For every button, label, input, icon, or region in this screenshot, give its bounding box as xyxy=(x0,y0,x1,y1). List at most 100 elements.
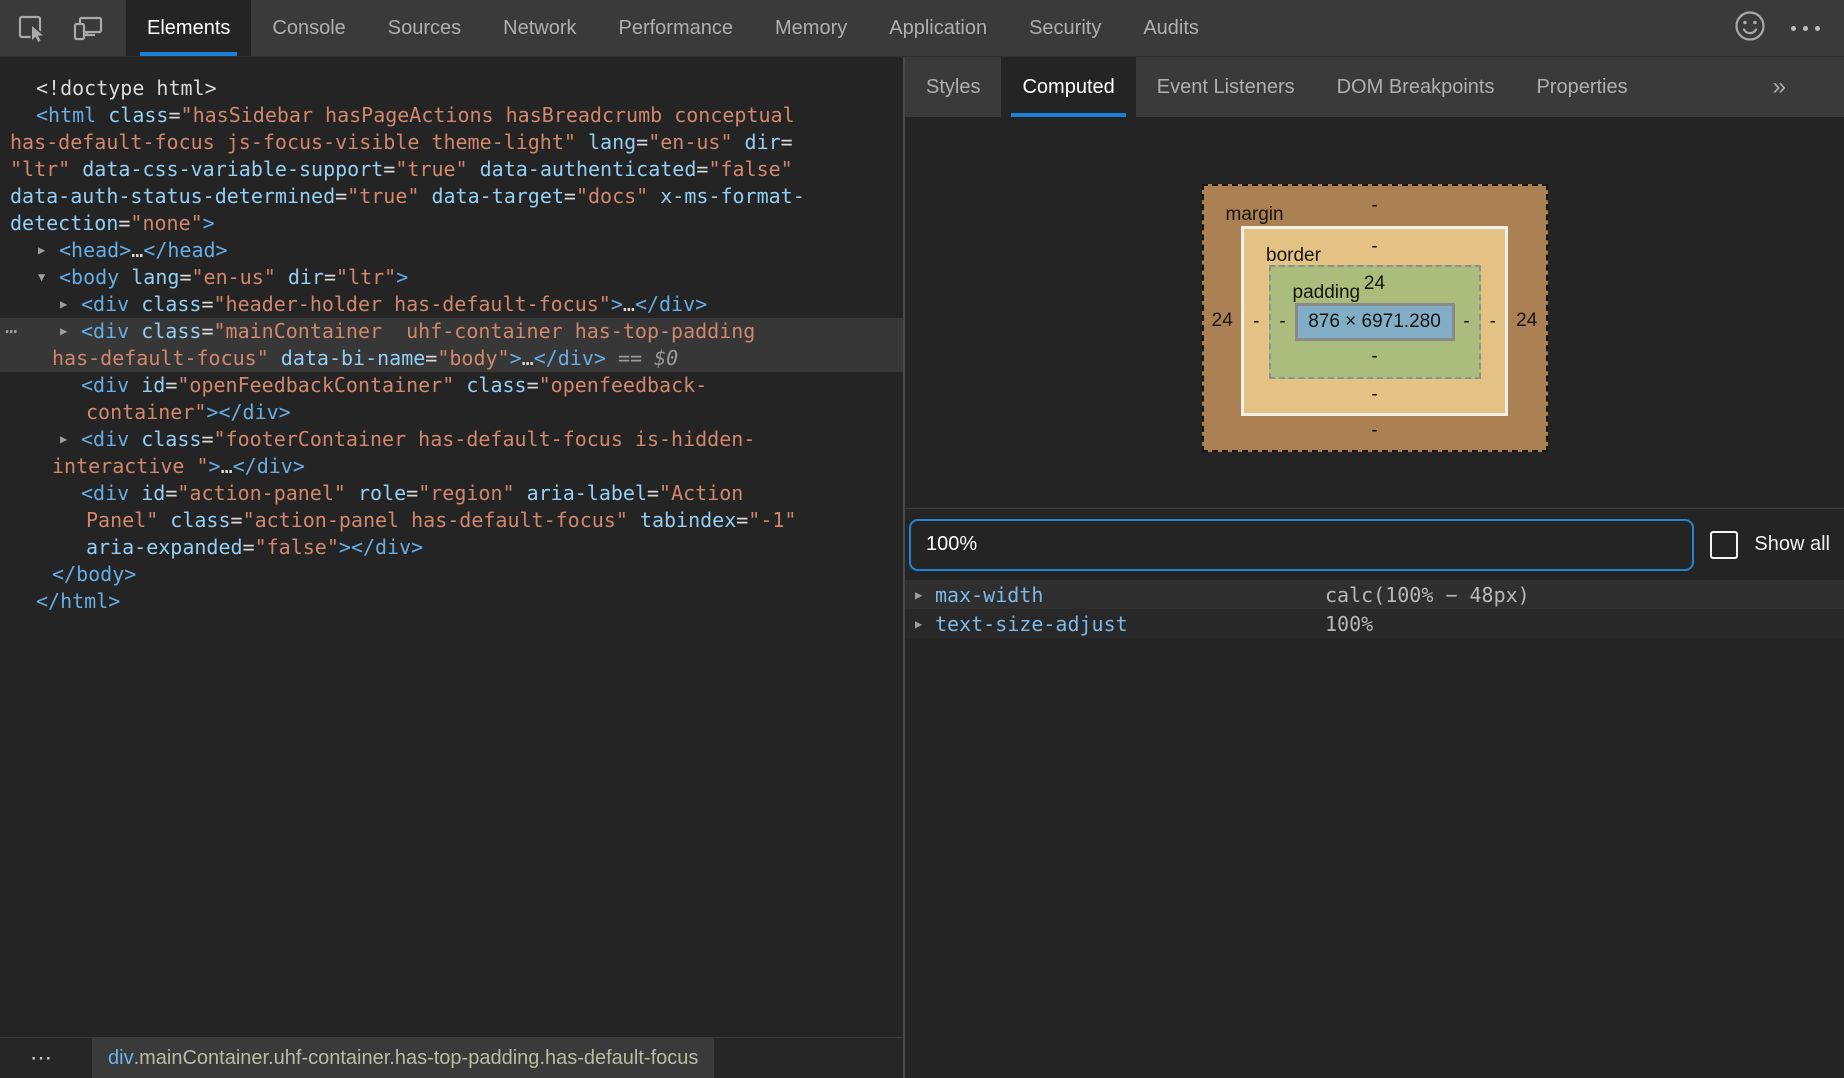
code-token xyxy=(129,481,141,505)
code-token: </div> xyxy=(218,400,290,424)
show-all-checkbox[interactable] xyxy=(1710,531,1738,559)
padding-top-value[interactable]: 24 xyxy=(1364,273,1385,294)
code-token: "true" xyxy=(395,157,467,181)
code-line[interactable]: ▶<div class="header-holder has-default-f… xyxy=(0,291,903,318)
code-token: "none" xyxy=(130,211,202,235)
code-line[interactable]: </html> xyxy=(0,588,903,615)
code-line[interactable]: <div id="action-panel" role="region" ari… xyxy=(0,480,903,507)
expand-arrow-closed-icon[interactable]: ▶ xyxy=(915,588,935,602)
expand-arrow-open-icon[interactable]: ▼ xyxy=(38,264,56,291)
code-token: "region" xyxy=(418,481,514,505)
code-token: interactive " xyxy=(52,454,209,478)
tab-memory[interactable]: Memory xyxy=(754,0,868,56)
code-line[interactable]: container"></div> xyxy=(0,399,903,426)
margin-bottom-value[interactable]: - xyxy=(1204,416,1546,450)
box-model-padding[interactable]: padding 24 - 876 × 6971.280 - - xyxy=(1269,265,1481,379)
border-top-value[interactable]: - xyxy=(1371,236,1377,257)
code-token: <div xyxy=(81,292,129,316)
feedback-smiley-icon[interactable] xyxy=(1733,9,1767,48)
code-line[interactable]: data-auth-status-determined="true" data-… xyxy=(0,183,903,210)
computed-property-row[interactable]: ▶text-size-adjust100% xyxy=(905,609,1844,638)
tab-application[interactable]: Application xyxy=(868,0,1008,56)
code-token: </html> xyxy=(36,589,120,613)
code-token: > xyxy=(339,535,351,559)
code-token: has-default-focus js-focus-visible theme… xyxy=(10,130,576,154)
elements-panel: <!doctype html><html class="hasSidebar h… xyxy=(0,57,903,1078)
code-token: = xyxy=(168,103,180,127)
expand-arrow-closed-icon[interactable]: ▶ xyxy=(60,291,78,318)
expand-arrow-closed-icon[interactable]: ▶ xyxy=(60,426,78,453)
more-options-icon[interactable] xyxy=(1791,26,1820,31)
inspect-element-icon[interactable] xyxy=(16,13,46,43)
sidebar-tab-dom-breakpoints[interactable]: DOM Breakpoints xyxy=(1316,57,1516,117)
tab-performance[interactable]: Performance xyxy=(598,0,755,56)
code-line[interactable]: interactive ">…</div> xyxy=(0,453,903,480)
code-line[interactable]: detection="none"> xyxy=(0,210,903,237)
code-line[interactable]: aria-expanded="false"></div> xyxy=(0,534,903,561)
breadcrumb-overflow-icon[interactable]: ⋯ xyxy=(30,1038,52,1078)
code-token xyxy=(628,508,640,532)
code-token: "action-panel" xyxy=(177,481,346,505)
margin-left-value[interactable]: 24 xyxy=(1204,310,1242,332)
code-token: = xyxy=(165,373,177,397)
margin-right-value[interactable]: 24 xyxy=(1508,310,1546,332)
code-token xyxy=(648,184,660,208)
computed-filter-input[interactable] xyxy=(909,519,1694,571)
tab-elements[interactable]: Elements xyxy=(126,0,251,56)
code-line[interactable]: <div id="openFeedbackContainer" class="o… xyxy=(0,372,903,399)
tab-sources[interactable]: Sources xyxy=(367,0,482,56)
code-line[interactable]: </body> xyxy=(0,561,903,588)
code-token xyxy=(96,103,108,127)
code-token: lang xyxy=(131,265,179,289)
code-line[interactable]: ⋯▶<div class="mainContainer uhf-containe… xyxy=(0,318,903,345)
tab-console[interactable]: Console xyxy=(251,0,366,56)
sidebar-tab-computed[interactable]: Computed xyxy=(1001,57,1135,117)
padding-right-value[interactable]: - xyxy=(1455,311,1479,333)
line-gutter-dots-icon[interactable]: ⋯ xyxy=(5,318,17,345)
breadcrumb-selected-node[interactable]: div.mainContainer.uhf-container.has-top-… xyxy=(92,1038,714,1078)
code-token: = xyxy=(383,157,395,181)
computed-property-row[interactable]: ▶max-widthcalc(100% − 48px) xyxy=(905,580,1844,609)
border-left-value[interactable]: - xyxy=(1244,311,1269,333)
tab-audits[interactable]: Audits xyxy=(1122,0,1220,56)
code-token: dir xyxy=(745,130,781,154)
code-line[interactable]: has-default-focus" data-bi-name="body">…… xyxy=(0,345,903,372)
device-toolbar-icon[interactable] xyxy=(72,13,104,43)
code-token: "en-us" xyxy=(191,265,275,289)
padding-left-value[interactable]: - xyxy=(1271,311,1295,333)
code-token: "en-us" xyxy=(648,130,732,154)
sidebar-tab-properties[interactable]: Properties xyxy=(1515,57,1648,117)
code-token: dir xyxy=(288,265,324,289)
padding-bottom-value[interactable]: - xyxy=(1271,343,1479,377)
code-line[interactable]: ▶<head>…</head> xyxy=(0,237,903,264)
code-token: … xyxy=(131,238,143,262)
expand-arrow-closed-icon[interactable]: ▶ xyxy=(915,617,935,631)
code-line[interactable]: ▶<div class="footerContainer has-default… xyxy=(0,426,903,453)
code-token: data-target xyxy=(431,184,563,208)
code-line[interactable]: <!doctype html> xyxy=(0,75,903,102)
sidebar-tab-styles[interactable]: Styles xyxy=(905,57,1001,117)
margin-top-value[interactable]: - xyxy=(1371,195,1377,216)
code-token: … xyxy=(623,292,635,316)
code-line[interactable]: Panel" class="action-panel has-default-f… xyxy=(0,507,903,534)
tab-overflow-chevron-icon[interactable]: » xyxy=(1773,57,1844,117)
code-line[interactable]: has-default-focus js-focus-visible theme… xyxy=(0,129,903,156)
box-model-margin[interactable]: margin - 24 border - - xyxy=(1202,184,1548,452)
code-line[interactable]: "ltr" data-css-variable-support="true" d… xyxy=(0,156,903,183)
code-token xyxy=(129,427,141,451)
expand-arrow-closed-icon[interactable]: ▶ xyxy=(60,318,78,345)
code-token xyxy=(276,265,288,289)
code-token: tabindex xyxy=(640,508,736,532)
border-right-value[interactable]: - xyxy=(1481,311,1506,333)
tab-security[interactable]: Security xyxy=(1008,0,1122,56)
border-bottom-value[interactable]: - xyxy=(1244,379,1505,413)
sidebar-tab-event-listeners[interactable]: Event Listeners xyxy=(1136,57,1316,117)
code-line[interactable]: ▼<body lang="en-us" dir="ltr"> xyxy=(0,264,903,291)
code-token xyxy=(733,130,745,154)
code-token: = xyxy=(179,265,191,289)
tab-network[interactable]: Network xyxy=(482,0,597,56)
expand-arrow-closed-icon[interactable]: ▶ xyxy=(38,237,56,264)
box-model-border[interactable]: border - - padding 24 xyxy=(1241,226,1508,416)
code-token: = xyxy=(636,130,648,154)
code-line[interactable]: <html class="hasSidebar hasPageActions h… xyxy=(0,102,903,129)
